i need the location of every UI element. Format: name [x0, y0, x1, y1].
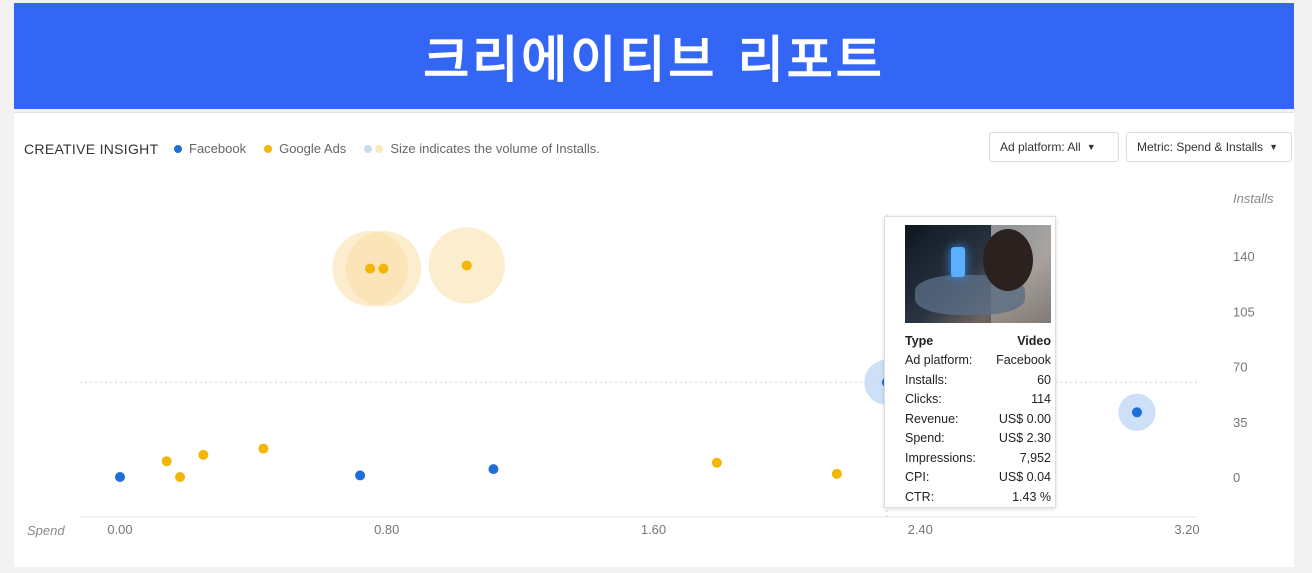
y-axis-title: Installs [1233, 191, 1274, 206]
google-ads-data-point[interactable] [831, 468, 842, 479]
google-ads-data-point[interactable] [711, 457, 722, 468]
x-tick-label: 3.20 [1174, 522, 1199, 537]
tooltip-row-value: US$ 0.00 [998, 411, 1051, 426]
tooltip-row-label: Impressions: [905, 450, 976, 465]
facebook-data-point[interactable] [355, 470, 366, 481]
tooltip-row-value: US$ 2.30 [998, 431, 1051, 446]
tooltip-row: Type Video [905, 331, 1051, 351]
y-tick-label: 0 [1233, 470, 1240, 485]
phone-icon [951, 247, 965, 277]
google-ads-data-point[interactable] [258, 443, 269, 454]
tooltip-row-value: 7,952 [1019, 450, 1051, 465]
tick-layer: 0.00 0.80 1.60 2.40 3.20 0 35 70 105 140 [107, 249, 1254, 537]
tooltip-row: Ad platform: Facebook [905, 351, 1051, 371]
facebook-data-point[interactable] [488, 464, 499, 475]
tooltip-row-value: 114 [1031, 392, 1051, 407]
y-tick-label: 70 [1233, 360, 1247, 375]
tooltip-row-value: Facebook [996, 353, 1051, 368]
tooltip-row-value: 60 [1037, 372, 1051, 387]
tooltip-row: Spend: US$ 2.30 [905, 429, 1051, 449]
x-tick-label: 2.40 [908, 522, 933, 537]
tooltip-row-label: Clicks: [905, 392, 942, 407]
tooltip-row: Installs: 60 [905, 370, 1051, 390]
google-ads-data-point[interactable] [378, 263, 389, 274]
tooltip-row: CTR: 1.43 % [905, 487, 1051, 507]
tooltip-row-label: Ad platform: [905, 353, 973, 368]
tooltip-row-label: Type [905, 333, 934, 348]
y-tick-label: 105 [1233, 304, 1255, 319]
google-ads-data-point[interactable] [175, 472, 186, 482]
tooltip-row-value: Video [1017, 333, 1051, 348]
tooltip-row: CPI: US$ 0.04 [905, 468, 1051, 488]
tooltip-row: Revenue: US$ 0.00 [905, 409, 1051, 429]
facebook-data-point[interactable] [1131, 407, 1142, 418]
google-ads-data-point[interactable] [461, 260, 472, 271]
tooltip-row-label: CTR: [905, 489, 935, 504]
y-tick-label: 140 [1233, 249, 1255, 264]
creative-thumbnail[interactable] [905, 225, 1051, 323]
thumbnail-head-shape [983, 229, 1033, 291]
tooltip-details: Type Video Ad platform: Facebook Installs: 60… [905, 331, 1051, 507]
google-ads-data-point[interactable] [198, 449, 209, 460]
tooltip-row-label: CPI: [905, 470, 930, 485]
tooltip-row-value: US$ 0.04 [998, 470, 1051, 485]
tooltip-row-label: Spend: [905, 431, 945, 446]
x-tick-label: 0.00 [107, 522, 132, 537]
x-axis-title: Spend [27, 523, 65, 538]
creative-tooltip: Type Video Ad platform: Facebook Installs: 60… [884, 216, 1056, 508]
tooltip-row-value: 1.43 % [1012, 489, 1051, 504]
tooltip-row: Clicks: 114 [905, 390, 1051, 410]
google-ads-data-point[interactable] [161, 456, 172, 467]
facebook-data-point[interactable] [115, 472, 125, 482]
google-ads-data-point[interactable] [365, 263, 376, 274]
scatter-chart: 0.00 0.80 1.60 2.40 3.20 0 35 70 105 140 Installs… [27, 191, 1274, 538]
x-tick-label: 0.80 [374, 522, 399, 537]
tooltip-row-label: Revenue: [905, 411, 959, 426]
tooltip-row-label: Installs: [905, 372, 948, 387]
tooltip-row: Impressions: 7,952 [905, 448, 1051, 468]
x-tick-label: 1.60 [641, 522, 666, 537]
y-tick-label: 35 [1233, 415, 1247, 430]
